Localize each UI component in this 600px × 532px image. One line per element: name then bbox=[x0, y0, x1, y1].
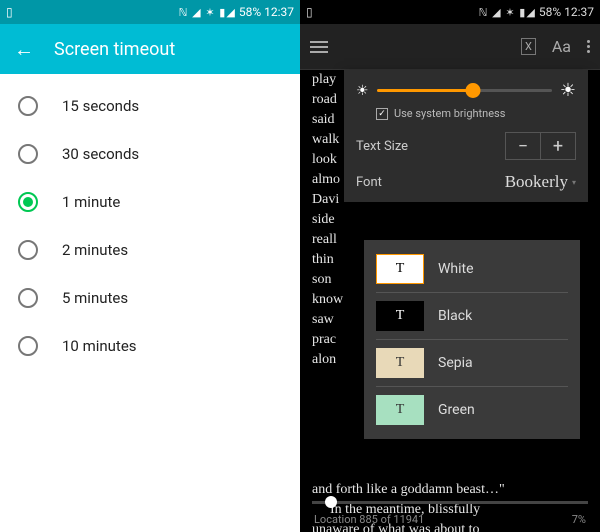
theme-label: Black bbox=[438, 308, 472, 324]
option-label: 15 seconds bbox=[62, 97, 139, 115]
status-time: 12:37 bbox=[564, 5, 594, 19]
status-bar-right: ▯ ℕ ◢ ✶ ▮◢ 58% 12:37 bbox=[300, 0, 600, 24]
radio-icon bbox=[18, 336, 38, 356]
brightness-low-icon: ☀ bbox=[356, 83, 369, 99]
text-fragment: play bbox=[312, 72, 336, 88]
text-fragment: Davi bbox=[312, 192, 339, 208]
system-brightness-checkbox[interactable]: ✓ bbox=[376, 108, 388, 120]
status-left-icon: ▯ bbox=[306, 5, 313, 19]
radio-icon bbox=[18, 240, 38, 260]
timeout-options-list: 15 seconds 30 seconds 1 minute 2 minutes 5 m… bbox=[0, 74, 300, 378]
hamburger-icon[interactable] bbox=[310, 41, 328, 53]
theme-swatch: T bbox=[376, 395, 424, 425]
timeout-option[interactable]: 2 minutes bbox=[0, 226, 300, 274]
title-bar: ← Screen timeout bbox=[0, 24, 300, 74]
theme-option-black[interactable]: T Black bbox=[376, 297, 568, 335]
display-settings-panel: ☀ ☀ ✓ Use system brightness Text Size − … bbox=[344, 70, 588, 202]
radio-icon bbox=[18, 96, 38, 116]
radio-icon bbox=[18, 192, 38, 212]
text-fragment: said bbox=[312, 112, 335, 128]
text-size-decrease-button[interactable]: − bbox=[505, 132, 541, 160]
option-label: 5 minutes bbox=[62, 289, 128, 307]
font-label: Font bbox=[356, 175, 382, 190]
reading-progress-slider[interactable] bbox=[312, 501, 588, 504]
status-battery: 58% bbox=[239, 5, 261, 19]
status-battery: 58% bbox=[539, 5, 561, 19]
timeout-option[interactable]: 1 minute bbox=[0, 178, 300, 226]
option-label: 10 minutes bbox=[62, 337, 137, 355]
theme-swatch: T bbox=[376, 254, 424, 284]
font-settings-icon[interactable]: Aa bbox=[552, 37, 571, 56]
status-icons: ℕ ◢ ✶ ▮◢ bbox=[179, 6, 236, 19]
theme-option-white[interactable]: T White bbox=[376, 250, 568, 288]
status-bar-left: ▯ ℕ ◢ ✶ ▮◢ 58% 12:37 bbox=[0, 0, 300, 24]
overflow-menu-icon[interactable] bbox=[587, 40, 590, 53]
font-selector[interactable]: Bookerly▾ bbox=[505, 172, 576, 192]
brightness-slider[interactable] bbox=[377, 89, 552, 92]
page-title: Screen timeout bbox=[54, 39, 175, 60]
screen-timeout-pane: ▯ ℕ ◢ ✶ ▮◢ 58% 12:37 ← Screen timeout 15… bbox=[0, 0, 300, 532]
xray-icon[interactable]: X bbox=[521, 38, 536, 55]
timeout-option[interactable]: 30 seconds bbox=[0, 130, 300, 178]
text-fragment: reall bbox=[312, 232, 337, 248]
text-size-label: Text Size bbox=[356, 139, 408, 154]
radio-icon bbox=[18, 144, 38, 164]
progress-thumb[interactable] bbox=[325, 496, 337, 508]
reader-toolbar: X Aa bbox=[300, 24, 600, 70]
theme-label: White bbox=[438, 261, 474, 277]
percent-text: 7% bbox=[572, 513, 586, 526]
text-fragment: side bbox=[312, 212, 335, 228]
option-label: 2 minutes bbox=[62, 241, 128, 259]
text-fragment: son bbox=[312, 272, 331, 288]
location-text: Location 885 of 11941 bbox=[314, 513, 424, 526]
option-label: 1 minute bbox=[62, 193, 120, 211]
text-line: and forth like a goddamn beast…" bbox=[312, 480, 588, 500]
radio-icon bbox=[18, 288, 38, 308]
theme-option-sepia[interactable]: T Sepia bbox=[376, 344, 568, 382]
theme-label: Sepia bbox=[438, 355, 473, 371]
text-fragment: walk bbox=[312, 132, 339, 148]
text-fragment: look bbox=[312, 152, 337, 168]
text-fragment: alon bbox=[312, 352, 336, 368]
timeout-option[interactable]: 10 minutes bbox=[0, 322, 300, 370]
text-size-increase-button[interactable]: + bbox=[540, 132, 576, 160]
text-fragment: saw bbox=[312, 312, 334, 328]
status-icons: ℕ ◢ ✶ ▮◢ bbox=[479, 6, 536, 19]
option-label: 30 seconds bbox=[62, 145, 139, 163]
theme-selector-panel: T White T Black T Sepia T Green bbox=[364, 240, 580, 439]
text-fragment: road bbox=[312, 92, 337, 108]
kindle-reader-pane: ▯ ℕ ◢ ✶ ▮◢ 58% 12:37 X Aa play road said wa… bbox=[300, 0, 600, 532]
system-brightness-label: Use system brightness bbox=[394, 107, 505, 120]
text-fragment: thin bbox=[312, 252, 334, 268]
brightness-slider-thumb[interactable] bbox=[465, 83, 480, 98]
reader-body: play road said walk look almo Davi side reall thi… bbox=[300, 70, 600, 532]
timeout-option[interactable]: 15 seconds bbox=[0, 82, 300, 130]
reader-footer: Location 885 of 11941 7% bbox=[300, 513, 600, 526]
back-icon[interactable]: ← bbox=[14, 37, 34, 62]
text-fragment: know bbox=[312, 292, 343, 308]
theme-label: Green bbox=[438, 402, 475, 418]
brightness-high-icon: ☀ bbox=[560, 80, 576, 101]
text-fragment: prac bbox=[312, 332, 336, 348]
text-size-stepper: − + bbox=[506, 132, 576, 160]
status-left-icon: ▯ bbox=[6, 5, 13, 19]
timeout-option[interactable]: 5 minutes bbox=[0, 274, 300, 322]
theme-option-green[interactable]: T Green bbox=[376, 391, 568, 429]
text-fragment: almo bbox=[312, 172, 340, 188]
theme-swatch: T bbox=[376, 348, 424, 378]
theme-swatch: T bbox=[376, 301, 424, 331]
status-time: 12:37 bbox=[264, 5, 294, 19]
